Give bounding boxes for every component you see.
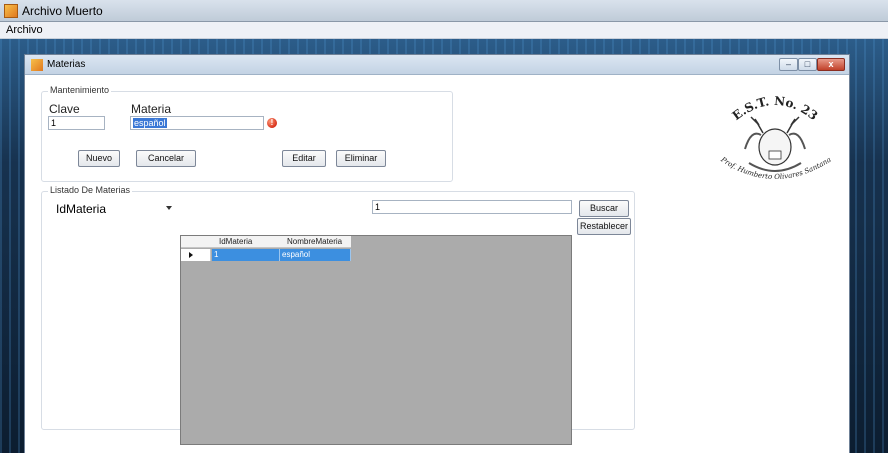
search-input[interactable]: 1 [372, 200, 572, 214]
menu-bar: Archivo [0, 22, 888, 39]
listado-legend: Listado De Materias [48, 185, 133, 195]
deer-icon [744, 116, 806, 172]
clave-input[interactable]: 1 [48, 116, 105, 130]
menu-archivo[interactable]: Archivo [6, 24, 43, 36]
emblem-top-text: E.S.T. No. 23 [730, 94, 821, 123]
current-row-icon [189, 252, 193, 258]
grid-header: IdMateria NombreMateria [181, 236, 351, 248]
app-title: Archivo Muerto [22, 4, 103, 18]
editar-button[interactable]: Editar [282, 150, 326, 167]
window-icon [31, 59, 43, 71]
eliminar-button[interactable]: Eliminar [336, 150, 386, 167]
mantenimiento-legend: Mantenimiento [48, 85, 112, 95]
maximize-button[interactable]: □ [798, 58, 817, 71]
filter-field-select[interactable]: IdMateria [54, 200, 176, 218]
cell-idmateria[interactable]: 1 [212, 249, 280, 261]
materias-window: Materias – □ x Mantenimiento Clave Mater… [24, 54, 850, 453]
materia-selected-text: español [133, 118, 167, 128]
chevron-down-icon [166, 206, 172, 210]
materias-body: Mantenimiento Clave Materia 1 español ! … [25, 75, 849, 453]
school-emblem: E.S.T. No. 23 Prof. Humberto Olivares Sa… [719, 94, 833, 181]
materias-grid[interactable]: IdMateria NombreMateria 1 español [180, 235, 572, 445]
error-icon: ! [267, 118, 277, 128]
window-title: Materias [47, 59, 86, 70]
minimize-button[interactable]: – [779, 58, 798, 71]
app-title-bar: Archivo Muerto [0, 0, 888, 22]
app-icon [4, 4, 18, 18]
row-selector[interactable] [181, 249, 211, 261]
table-row[interactable]: 1 español [181, 249, 351, 261]
column-header-nombremateria[interactable]: NombreMateria [287, 236, 342, 248]
clave-label: Clave [49, 102, 80, 116]
buscar-button[interactable]: Buscar [579, 200, 629, 217]
materias-title-bar[interactable]: Materias – □ x [25, 55, 849, 75]
restablecer-button[interactable]: Restablecer [577, 218, 631, 235]
column-header-idmateria[interactable]: IdMateria [219, 236, 252, 248]
materia-label: Materia [131, 102, 172, 116]
materia-input[interactable]: español [130, 116, 264, 130]
nuevo-button[interactable]: Nuevo [78, 150, 120, 167]
cancelar-button[interactable]: Cancelar [136, 150, 196, 167]
close-button[interactable]: x [817, 58, 845, 71]
cell-nombremateria[interactable]: español [280, 249, 351, 261]
mantenimiento-group: Mantenimiento Clave Materia 1 español ! … [41, 85, 453, 182]
